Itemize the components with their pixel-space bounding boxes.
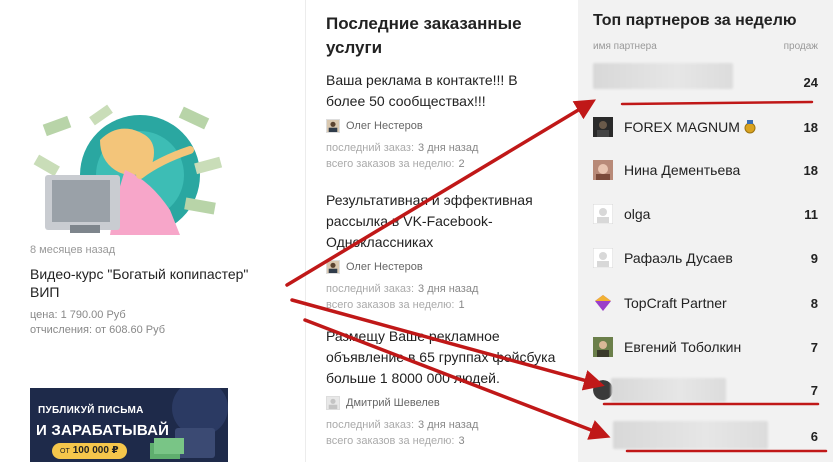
partner-name: Нина Дементьева <box>624 162 741 178</box>
banner-line-2: И ЗАРАБАТЫВАЙ <box>36 422 170 439</box>
product-image[interactable] <box>30 100 228 235</box>
user-avatar-icon <box>326 260 340 274</box>
order-user[interactable]: Олег Нестеров <box>326 259 556 275</box>
partners-column-header: имя партнера продаж <box>593 41 818 52</box>
redacted-partner <box>613 421 768 449</box>
partner-avatar-icon <box>593 160 613 180</box>
order-last-line: последний заказ: 3 дня назад <box>326 281 556 297</box>
partner-avatar-icon <box>595 295 611 311</box>
redacted-partner <box>593 63 733 89</box>
order-item: Размещу Ваше рекламное объявление в 65 г… <box>326 326 556 449</box>
partner-avatar-icon <box>593 204 613 224</box>
promo-banner[interactable]: ПУБЛИКУЙ ПИСЬМА И ЗАРАБАТЫВАЙ ОТ 100 000 … <box>30 388 228 462</box>
partner-row[interactable]: Евгений Тоболкин 7 <box>593 334 818 360</box>
order-last-label: последний заказ: <box>326 419 415 431</box>
order-title[interactable]: Результативная и эффективная рассылка в … <box>326 190 556 253</box>
order-stats: последний заказ: 3 дня назад всего заказо… <box>326 417 556 449</box>
partner-row[interactable]: 7 <box>593 377 818 403</box>
order-user[interactable]: Дмитрий Шевелев <box>326 395 556 411</box>
order-weekly-line: всего заказов за неделю: 3 <box>326 433 556 449</box>
order-title[interactable]: Ваша реклама в контакте!!! В более 50 со… <box>326 70 556 112</box>
recent-orders-column: Последние заказанные услуги Ваша реклама… <box>305 0 578 462</box>
partner-sales: 18 <box>803 119 818 135</box>
partner-row[interactable]: TopCraft Partner 8 <box>593 290 818 316</box>
user-avatar-icon <box>326 396 340 410</box>
partner-sales: 18 <box>803 162 818 178</box>
order-stats: последний заказ: 3 дня назад всего заказо… <box>326 281 556 313</box>
order-weekly-value: 1 <box>458 299 465 311</box>
redacted-partner <box>611 378 726 402</box>
top-partners-heading: Топ партнеров за неделю <box>593 12 797 29</box>
partner-row[interactable]: olga 11 <box>593 201 818 227</box>
partner-name: olga <box>624 206 651 222</box>
partner-row[interactable]: 24 <box>593 63 818 95</box>
partner-sales: 9 <box>810 250 818 266</box>
order-stats: последний заказ: 3 дня назад всего заказо… <box>326 140 556 172</box>
order-user[interactable]: Олег Нестеров <box>326 118 556 134</box>
partner-name: TopCraft Partner <box>624 295 727 311</box>
partner-row[interactable]: 6 <box>593 421 818 449</box>
product-column: 8 месяцев назад Видео-курс "Богатый копи… <box>0 0 305 462</box>
partner-sales: 6 <box>810 428 818 444</box>
partner-name-header: имя партнера <box>593 41 657 52</box>
partner-avatar-icon <box>593 380 613 400</box>
partner-row[interactable]: Рафаэль Дусаев 9 <box>593 245 818 271</box>
product-commission: отчисления: от 608.60 Руб <box>30 324 166 336</box>
order-user-name: Олег Нестеров <box>346 261 423 273</box>
order-last-label: последний заказ: <box>326 142 415 154</box>
order-last-line: последний заказ: 3 дня назад <box>326 140 556 156</box>
order-item: Ваша реклама в контакте!!! В более 50 со… <box>326 70 556 172</box>
product-price-block: цена: 1 790.00 Руб отчисления: от 608.60… <box>30 308 165 338</box>
order-weekly-value: 3 <box>458 435 465 447</box>
banner-pill-prefix: ОТ <box>60 448 70 455</box>
banner-amount-pill: ОТ 100 000 ₽ <box>52 443 127 459</box>
banner-line-1: ПУБЛИКУЙ ПИСЬМА <box>38 405 144 416</box>
partner-sales: 7 <box>810 382 818 398</box>
order-last-label: последний заказ: <box>326 283 415 295</box>
partner-sales: 8 <box>810 295 818 311</box>
product-title[interactable]: Видео-курс "Богатый копипастер" ВИП <box>30 265 270 301</box>
order-weekly-label: всего заказов за неделю: <box>326 158 455 170</box>
partner-sales: 11 <box>804 206 818 222</box>
order-user-name: Олег Нестеров <box>346 120 423 132</box>
order-title[interactable]: Размещу Ваше рекламное объявление в 65 г… <box>326 326 556 389</box>
partner-sales: 7 <box>810 339 818 355</box>
partner-avatar-icon <box>593 337 613 357</box>
partner-avatar-icon <box>593 248 613 268</box>
partner-name: FOREX MAGNUM <box>624 119 804 135</box>
order-weekly-value: 2 <box>458 158 465 170</box>
top-partners-panel: Топ партнеров за неделю имя партнера про… <box>578 0 833 462</box>
page: 8 месяцев назад Видео-курс "Богатый копи… <box>0 0 833 462</box>
order-weekly-label: всего заказов за неделю: <box>326 435 455 447</box>
medal-icon <box>744 120 756 134</box>
partner-sales-header: продаж <box>783 41 818 52</box>
order-weekly-line: всего заказов за неделю: 1 <box>326 297 556 313</box>
order-last-value: 3 дня назад <box>418 142 479 154</box>
order-last-value: 3 дня назад <box>418 283 479 295</box>
recent-orders-heading: Последние заказанные услуги <box>326 14 522 57</box>
product-price: цена: 1 790.00 Руб <box>30 309 126 321</box>
order-weekly-label: всего заказов за неделю: <box>326 299 455 311</box>
partner-name-text: FOREX MAGNUM <box>624 119 740 135</box>
banner-pill-value: 100 000 ₽ <box>72 445 119 456</box>
partner-name: Евгений Тоболкин <box>624 339 742 355</box>
order-last-value: 3 дня назад <box>418 419 479 431</box>
partner-row[interactable]: FOREX MAGNUM 18 <box>593 114 818 140</box>
order-last-line: последний заказ: 3 дня назад <box>326 417 556 433</box>
order-weekly-line: всего заказов за неделю: 2 <box>326 156 556 172</box>
product-date: 8 месяцев назад <box>30 244 116 256</box>
partner-avatar-icon <box>593 117 613 137</box>
partner-sales: 24 <box>803 74 818 90</box>
partner-row[interactable]: Нина Дементьева 18 <box>593 157 818 183</box>
user-avatar-icon <box>326 119 340 133</box>
order-item: Результативная и эффективная рассылка в … <box>326 190 556 313</box>
order-user-name: Дмитрий Шевелев <box>346 397 440 409</box>
partner-name: Рафаэль Дусаев <box>624 250 733 266</box>
